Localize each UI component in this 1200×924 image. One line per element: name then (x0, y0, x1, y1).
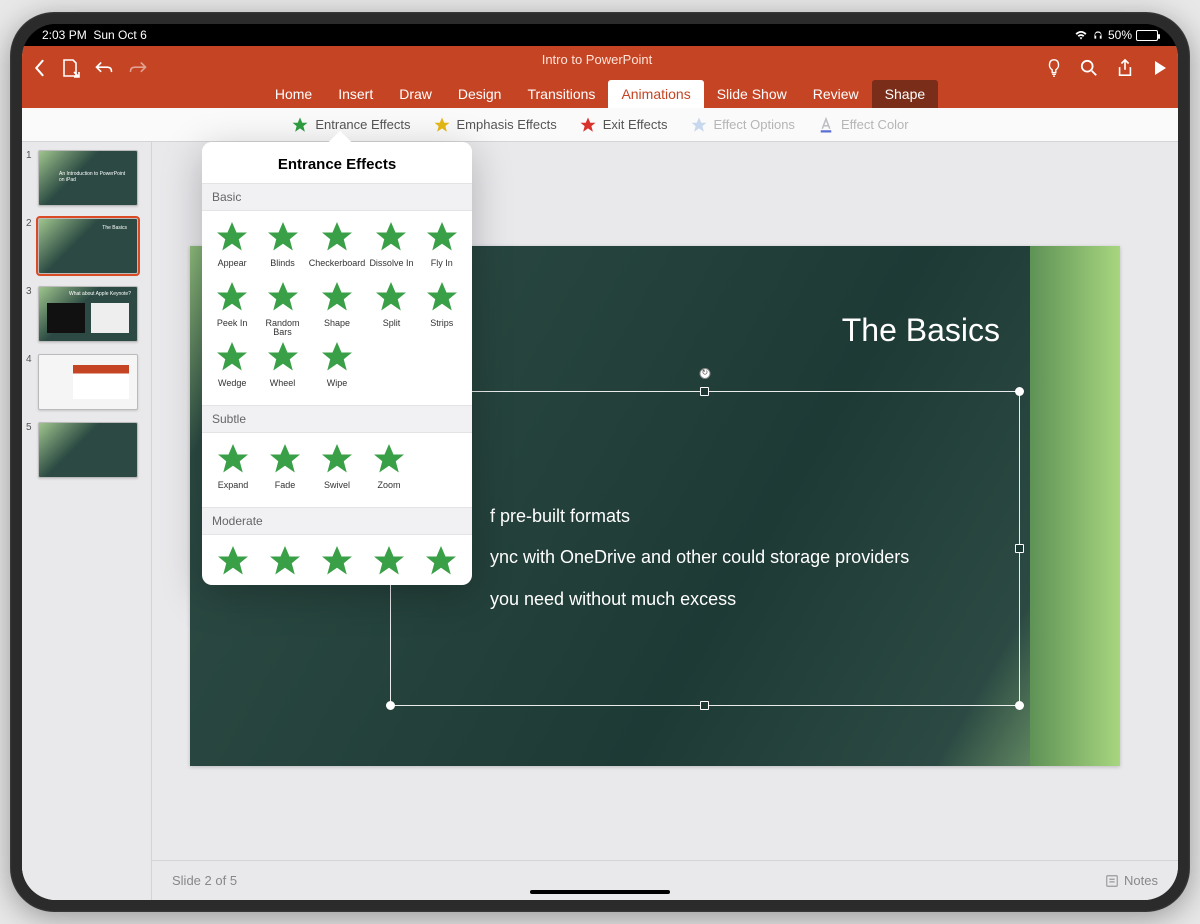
back-button[interactable] (32, 59, 46, 77)
effect-color-button: Effect Color (817, 116, 909, 134)
effect-fade[interactable]: Fade (260, 441, 310, 499)
resize-handle-mr[interactable] (1015, 544, 1024, 553)
status-time: 2:03 PM (42, 28, 87, 42)
play-icon[interactable] (1152, 59, 1168, 77)
tab-home[interactable]: Home (262, 80, 325, 108)
effect-swivel[interactable]: Swivel (312, 441, 362, 499)
star-icon-red (579, 116, 597, 134)
effect-options-button: Effect Options (690, 116, 795, 134)
section-subtle: Subtle (202, 405, 472, 433)
notes-icon (1105, 874, 1119, 888)
section-basic: Basic (202, 183, 472, 211)
effect-checkerboard[interactable]: Checkerboard (309, 219, 366, 277)
slide-thumbnail-2[interactable]: The Basics (38, 218, 138, 274)
effect-dissolve-in[interactable]: Dissolve In (367, 219, 415, 277)
star-icon-disabled (690, 116, 708, 134)
ipad-screen: 2:03 PM Sun Oct 6 50% (22, 24, 1178, 900)
effect-item[interactable] (208, 543, 258, 585)
tab-review[interactable]: Review (800, 80, 872, 108)
battery-icon (1136, 30, 1158, 41)
tab-slideshow[interactable]: Slide Show (704, 80, 800, 108)
slide-thumbnail-1[interactable]: An Introduction to PowerPoint on iPad (38, 150, 138, 206)
document-title: Intro to PowerPoint (148, 52, 1046, 67)
entrance-effects-popover[interactable]: Entrance Effects Basic AppearBlindsCheck… (202, 142, 472, 585)
wifi-icon (1074, 30, 1088, 41)
slide-counter: Slide 2 of 5 (172, 873, 237, 888)
work-area: 1 An Introduction to PowerPoint on iPad … (22, 142, 1178, 900)
effect-item[interactable] (312, 543, 362, 585)
effect-zoom[interactable]: Zoom (364, 441, 414, 499)
status-right: 50% (1074, 28, 1158, 42)
effect-wipe[interactable]: Wipe (309, 339, 366, 397)
effect-item[interactable] (364, 543, 414, 585)
resize-handle-br[interactable] (1015, 701, 1024, 710)
effect-strips[interactable]: Strips (418, 279, 466, 337)
home-indicator[interactable] (530, 890, 670, 894)
effect-item[interactable] (260, 543, 310, 585)
star-icon-yellow (433, 116, 451, 134)
slide-thumbnail-panel[interactable]: 1 An Introduction to PowerPoint on iPad … (22, 142, 152, 900)
status-footer: Slide 2 of 5 Notes (152, 860, 1178, 900)
slide-thumbnail-5[interactable] (38, 422, 138, 478)
tab-insert[interactable]: Insert (325, 80, 386, 108)
lightbulb-icon[interactable] (1046, 58, 1062, 78)
slide-thumbnail-4[interactable] (38, 354, 138, 410)
battery-percent: 50% (1108, 28, 1132, 42)
tab-shape[interactable]: Shape (872, 80, 938, 108)
slide-thumbnail-3[interactable]: What about Apple Keynote? (38, 286, 138, 342)
file-menu-button[interactable] (60, 58, 80, 78)
popover-title: Entrance Effects (202, 142, 472, 183)
effect-appear[interactable]: Appear (208, 219, 256, 277)
undo-button[interactable] (94, 60, 114, 76)
animations-ribbon: Entrance Effects Emphasis Effects Exit E… (22, 108, 1178, 142)
notes-button[interactable]: Notes (1105, 873, 1158, 888)
search-icon[interactable] (1080, 59, 1098, 77)
tab-design[interactable]: Design (445, 80, 515, 108)
app-window: Intro to PowerPoint Home Insert Draw Des… (22, 46, 1178, 900)
effect-shape[interactable]: Shape (309, 279, 366, 337)
effect-peek-in[interactable]: Peek In (208, 279, 256, 337)
redo-button[interactable] (128, 60, 148, 76)
effect-split[interactable]: Split (367, 279, 415, 337)
rotate-handle[interactable] (700, 368, 711, 379)
entrance-effects-button[interactable]: Entrance Effects (291, 116, 410, 134)
effect-item[interactable] (416, 543, 466, 585)
status-left: 2:03 PM Sun Oct 6 (42, 28, 147, 42)
slide-title-text[interactable]: The Basics (842, 312, 1000, 349)
exit-effects-button[interactable]: Exit Effects (579, 116, 668, 134)
ipad-device-frame: 2:03 PM Sun Oct 6 50% (10, 12, 1190, 912)
section-moderate: Moderate (202, 507, 472, 535)
effect-expand[interactable]: Expand (208, 441, 258, 499)
resize-handle-bl[interactable] (386, 701, 395, 710)
status-date: Sun Oct 6 (93, 28, 146, 42)
effect-fly-in[interactable]: Fly In (418, 219, 466, 277)
resize-handle-tc[interactable] (700, 387, 709, 396)
share-icon[interactable] (1116, 58, 1134, 78)
tab-animations[interactable]: Animations (608, 80, 703, 108)
status-bar: 2:03 PM Sun Oct 6 50% (22, 24, 1178, 46)
tab-transitions[interactable]: Transitions (514, 80, 608, 108)
ribbon-tabs: Home Insert Draw Design Transitions Anim… (22, 78, 1178, 108)
star-icon-green (291, 116, 309, 134)
resize-handle-tr[interactable] (1015, 387, 1024, 396)
effect-blinds[interactable]: Blinds (258, 219, 306, 277)
font-color-icon (817, 116, 835, 134)
tab-draw[interactable]: Draw (386, 80, 445, 108)
effect-wheel[interactable]: Wheel (258, 339, 306, 397)
resize-handle-bc[interactable] (700, 701, 709, 710)
effect-wedge[interactable]: Wedge (208, 339, 256, 397)
emphasis-effects-button[interactable]: Emphasis Effects (433, 116, 557, 134)
effect-random-bars[interactable]: Random Bars (258, 279, 306, 337)
slide-body-text[interactable]: f pre-built formats ync with OneDrive an… (490, 496, 909, 620)
headphones-icon (1092, 29, 1104, 41)
